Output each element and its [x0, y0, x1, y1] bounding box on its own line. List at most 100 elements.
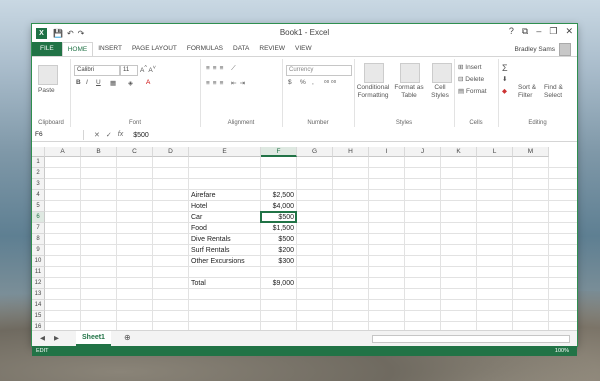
vertical-align-icons[interactable]: ≡≡≡ ⟋	[206, 65, 239, 73]
column-header-e[interactable]: E	[189, 147, 261, 157]
paste-icon[interactable]	[38, 65, 58, 85]
formula-input[interactable]: $500	[133, 132, 149, 139]
column-header-m[interactable]: M	[513, 147, 549, 157]
new-sheet-icon[interactable]: ⊕	[124, 333, 131, 342]
expense-label-cell[interactable]: Food	[191, 223, 260, 234]
borders-icon[interactable]: ▦	[110, 79, 116, 87]
column-header-k[interactable]: K	[441, 147, 477, 157]
row-header-8[interactable]: 8	[32, 234, 45, 245]
undo-icon[interactable]: ↶	[67, 29, 74, 38]
expense-label-cell[interactable]: Other Excursions	[191, 256, 260, 267]
expense-amount-cell[interactable]: $500	[261, 234, 294, 245]
row-header-9[interactable]: 9	[32, 245, 45, 256]
sheet-tab-sheet1[interactable]: Sheet1	[76, 331, 111, 346]
expense-label-cell[interactable]: Dive Rentals	[191, 234, 260, 245]
font-size-dropdown[interactable]: 11	[120, 65, 138, 76]
column-header-i[interactable]: I	[369, 147, 405, 157]
tab-review[interactable]: REVIEW	[254, 42, 290, 56]
format-as-table-icon[interactable]	[400, 63, 420, 83]
column-header-f[interactable]: F	[261, 147, 297, 157]
name-box[interactable]: F6	[32, 130, 84, 140]
row-header-5[interactable]: 5	[32, 201, 45, 212]
zoom-level[interactable]: 100%	[555, 346, 569, 356]
cell-styles-icon[interactable]	[432, 63, 452, 83]
column-header-b[interactable]: B	[81, 147, 117, 157]
restore-button[interactable]: ❐	[549, 26, 557, 37]
close-button[interactable]: ✕	[565, 26, 573, 37]
currency-button[interactable]: $	[288, 79, 292, 86]
save-icon[interactable]: 💾	[53, 29, 63, 38]
conditional-formatting-icon[interactable]	[364, 63, 384, 83]
column-header-d[interactable]: D	[153, 147, 189, 157]
tab-insert[interactable]: INSERT	[93, 42, 127, 56]
cell-styles-button[interactable]: Cell Styles	[426, 84, 454, 100]
grow-font-icon[interactable]: A^ A˅	[140, 65, 156, 74]
row-header-7[interactable]: 7	[32, 223, 45, 234]
expense-amount-cell[interactable]: $200	[261, 245, 294, 256]
tab-data[interactable]: DATA	[228, 42, 254, 56]
user-account[interactable]: Bradley Sams	[515, 42, 571, 56]
paste-button-label[interactable]: Paste	[38, 87, 55, 94]
cancel-icon[interactable]: ✕	[94, 131, 100, 139]
tab-formulas[interactable]: FORMULAS	[182, 42, 228, 56]
column-header-h[interactable]: H	[333, 147, 369, 157]
expense-amount-cell[interactable]: $1,500	[261, 223, 294, 234]
expense-label-cell[interactable]: Airefare	[191, 190, 260, 201]
row-header-11[interactable]: 11	[32, 267, 45, 278]
total-label-cell[interactable]: Total	[191, 278, 260, 289]
worksheet-grid[interactable]: ABCDEFGHIJKLM1234567891011121314151617Ai…	[32, 147, 577, 344]
delete-button[interactable]: ⊟ Delete	[458, 75, 484, 83]
tab-view[interactable]: VIEW	[290, 42, 317, 56]
comma-button[interactable]: ,	[312, 79, 314, 86]
column-header-c[interactable]: C	[117, 147, 153, 157]
column-header-l[interactable]: L	[477, 147, 513, 157]
tab-page-layout[interactable]: PAGE LAYOUT	[127, 42, 182, 56]
underline-button[interactable]: U	[96, 79, 101, 86]
expense-label-cell[interactable]: Car	[191, 212, 260, 223]
decimal-icons[interactable]: ⁰⁰ ⁰⁰	[324, 79, 336, 87]
row-header-4[interactable]: 4	[32, 190, 45, 201]
horizontal-align-icons[interactable]: ≡≡≡ ⇤⇥	[206, 79, 248, 87]
expense-label-cell[interactable]: Hotel	[191, 201, 260, 212]
format-as-table-button[interactable]: Format as Table	[392, 84, 426, 100]
minimize-button[interactable]: –	[536, 26, 541, 37]
next-sheet-icon[interactable]: ▶	[54, 334, 59, 342]
expense-label-cell[interactable]: Surf Rentals	[191, 245, 260, 256]
select-all-corner[interactable]	[32, 147, 45, 157]
row-header-15[interactable]: 15	[32, 311, 45, 322]
column-header-j[interactable]: J	[405, 147, 441, 157]
italic-button[interactable]: I	[86, 79, 88, 86]
row-header-13[interactable]: 13	[32, 289, 45, 300]
bold-button[interactable]: B	[76, 79, 81, 86]
enter-icon[interactable]: ✓	[106, 131, 112, 139]
expense-amount-cell[interactable]: $2,500	[261, 190, 294, 201]
ribbon-display-button[interactable]: ⧉	[522, 26, 528, 37]
find-select-button[interactable]: Find & Select	[544, 84, 563, 100]
percent-button[interactable]: %	[300, 79, 306, 86]
insert-button[interactable]: ⊞ Insert	[458, 63, 482, 71]
font-name-dropdown[interactable]: Calibri	[74, 65, 120, 76]
sort-filter-button[interactable]: Sort & Filter	[518, 84, 536, 100]
clear-icon[interactable]: ◆	[502, 87, 507, 95]
fill-icon[interactable]: ⬇	[502, 75, 507, 83]
format-button[interactable]: ▤ Format	[458, 87, 487, 95]
total-amount-cell[interactable]: $9,000	[261, 278, 294, 289]
row-header-12[interactable]: 12	[32, 278, 45, 289]
number-format-dropdown[interactable]: Currency	[286, 65, 352, 76]
row-header-3[interactable]: 3	[32, 179, 45, 190]
redo-icon[interactable]: ↷	[78, 29, 85, 38]
fill-color-icon[interactable]: ◈	[128, 79, 133, 87]
column-header-a[interactable]: A	[45, 147, 81, 157]
horizontal-scrollbar[interactable]	[372, 335, 570, 343]
tab-file[interactable]: FILE	[32, 42, 62, 56]
row-header-6[interactable]: 6	[32, 212, 45, 223]
row-header-14[interactable]: 14	[32, 300, 45, 311]
prev-sheet-icon[interactable]: ◀	[40, 334, 45, 342]
column-header-g[interactable]: G	[297, 147, 333, 157]
autosum-icon[interactable]: Σ	[502, 63, 508, 73]
tab-home[interactable]: HOME	[61, 41, 94, 57]
expense-amount-cell[interactable]: $300	[261, 256, 294, 267]
row-header-2[interactable]: 2	[32, 168, 45, 179]
help-button[interactable]: ?	[509, 26, 514, 37]
conditional-formatting-button[interactable]: Conditional Formatting	[354, 84, 392, 100]
